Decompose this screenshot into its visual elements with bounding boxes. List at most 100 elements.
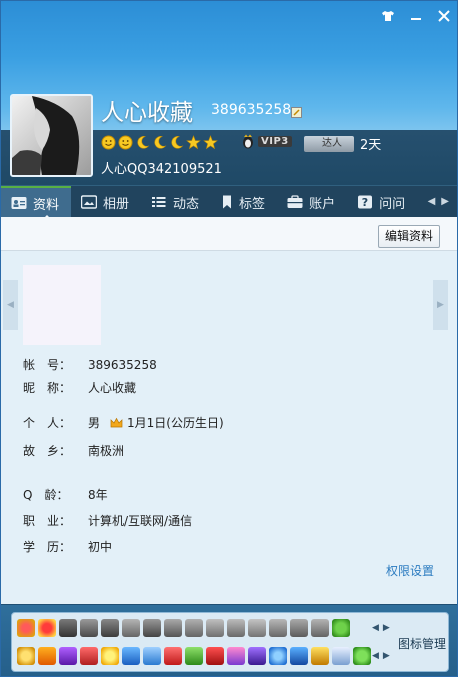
- profile-card-icon: [11, 197, 27, 209]
- icon-row-next-icon[interactable]: ▶: [383, 651, 390, 661]
- green-clover-icon[interactable]: [353, 647, 371, 665]
- red-number-icon[interactable]: [206, 647, 224, 665]
- blue-window-icon[interactable]: [122, 647, 140, 665]
- permission-settings-link[interactable]: 权限设置: [386, 562, 434, 579]
- sun-level-icon: [101, 135, 116, 150]
- wallet-icon: [287, 195, 303, 208]
- tab-album[interactable]: 相册: [71, 186, 141, 218]
- edit-profile-button[interactable]: 编辑资料: [377, 225, 440, 248]
- tab-label: 资料: [33, 197, 60, 213]
- edit-pencil-icon[interactable]: [291, 107, 302, 118]
- nickname: 人心收藏: [101, 100, 193, 126]
- red-gift-icon[interactable]: [164, 647, 182, 665]
- blue-circle-icon[interactable]: [269, 647, 287, 665]
- avatar[interactable]: [10, 94, 93, 177]
- field-value: 男 1月1日(公历生日): [88, 414, 224, 431]
- star-level-icon: [186, 135, 201, 150]
- field-value: 南极洲: [88, 444, 125, 458]
- tab-tags[interactable]: 标签: [211, 186, 277, 218]
- profile-content: 编辑资料 ◀ ▶ 帐 号： 389635258 昵 称： 人心收藏 个 人： 男…: [1, 217, 457, 604]
- next-photo-arrow-icon[interactable]: ▶: [433, 280, 448, 330]
- profile-photo-slot[interactable]: [23, 265, 101, 345]
- close-icon[interactable]: [437, 9, 451, 23]
- blue-game-icon[interactable]: [290, 647, 308, 665]
- yellow-star-icon[interactable]: [101, 647, 119, 665]
- red-diamond-icon[interactable]: [38, 619, 56, 637]
- icon-row: [17, 647, 371, 665]
- pet-game-icon[interactable]: [80, 647, 98, 665]
- field-nickname: 昵 称： 人心收藏: [23, 379, 136, 396]
- svg-text:?: ?: [362, 196, 368, 209]
- shirt-icon[interactable]: [381, 9, 395, 23]
- field-label: 昵 称：: [23, 381, 72, 395]
- icon-row-next-icon[interactable]: ▶: [383, 623, 390, 633]
- bookmark-tag-icon: [223, 195, 232, 209]
- content-toolbar: 编辑资料: [1, 217, 457, 251]
- minimize-icon[interactable]: [409, 9, 423, 23]
- mail-icon[interactable]: [332, 647, 350, 665]
- field-label: 学 历：: [23, 540, 72, 554]
- gray-phone-icon[interactable]: [143, 619, 161, 637]
- field-hometown: 故 乡： 南极洲: [23, 442, 124, 459]
- feed-list-icon: [152, 197, 166, 207]
- gray-gem-icon[interactable]: [206, 619, 224, 637]
- icon-row-arrows: ◀ ▶: [372, 651, 390, 661]
- purple-ring-icon[interactable]: [248, 647, 266, 665]
- photo-album-icon: [81, 195, 98, 209]
- gray-diamond-icon[interactable]: [80, 619, 98, 637]
- gray-heart-icon[interactable]: [311, 619, 329, 637]
- field-label: 个 人：: [23, 416, 72, 430]
- field-value: 389635258: [88, 357, 157, 372]
- field-education: 学 历： 初中: [23, 538, 112, 555]
- level-icons[interactable]: [101, 135, 218, 150]
- tab-feed[interactable]: 动态: [141, 186, 211, 218]
- pink-mix-icon[interactable]: [227, 647, 245, 665]
- icon-row-prev-icon[interactable]: ◀: [372, 623, 379, 633]
- icon-strip: ◀ ▶ ◀ ▶ 图标管理: [1, 604, 457, 676]
- vip-badge[interactable]: VIP3: [241, 134, 292, 149]
- gray-bird-icon[interactable]: [185, 619, 203, 637]
- icon-row-arrows: ◀ ▶: [372, 623, 390, 633]
- gray-shield-icon[interactable]: [164, 619, 182, 637]
- tab-account[interactable]: 账户: [277, 186, 347, 218]
- field-account: 帐 号： 389635258: [23, 356, 157, 373]
- field-personal: 个 人： 男 1月1日(公历生日): [23, 414, 224, 431]
- daren-badge[interactable]: 达人 2天: [304, 134, 381, 153]
- crown-icon: [110, 417, 123, 427]
- tab-scroll-left-icon[interactable]: ◀: [428, 196, 436, 207]
- penguin-badge-icon[interactable]: [59, 619, 77, 637]
- moon-level-icon: [171, 136, 184, 149]
- field-value: 8年: [88, 488, 108, 502]
- gray-star-icon[interactable]: [290, 619, 308, 637]
- gray-gem-icon[interactable]: [269, 619, 287, 637]
- tab-scroll-right-icon[interactable]: ▶: [441, 196, 449, 207]
- gold-coin-icon[interactable]: [17, 647, 35, 665]
- field-value: 人心收藏: [88, 381, 137, 395]
- gender-value: 男: [88, 416, 101, 430]
- icon-manager-link[interactable]: 图标管理: [398, 635, 446, 652]
- purple-music-icon[interactable]: [59, 647, 77, 665]
- signature: 人心QQ342109521: [101, 162, 222, 177]
- birthday-value: 1月1日(公历生日): [127, 416, 224, 430]
- star-level-icon: [203, 135, 218, 150]
- green-farm-icon[interactable]: [185, 647, 203, 665]
- tab-label: 动态: [173, 196, 200, 212]
- gray-gem-icon[interactable]: [227, 619, 245, 637]
- prev-photo-arrow-icon[interactable]: ◀: [3, 280, 18, 330]
- sun-level-icon: [118, 135, 133, 150]
- green-clover-icon[interactable]: [332, 619, 350, 637]
- qzone-icon[interactable]: [143, 647, 161, 665]
- new-badge-icon[interactable]: [38, 647, 56, 665]
- icon-row-prev-icon[interactable]: ◀: [372, 651, 379, 661]
- tab-bar: 资料 相册 动态 标签 账户 ? 问问 ◀ ▶: [1, 185, 457, 218]
- gray-penguin-icon[interactable]: [101, 619, 119, 637]
- tab-wenwen[interactable]: ? 问问: [347, 186, 417, 218]
- field-label: Q 龄：: [23, 488, 69, 502]
- gray-gem-icon[interactable]: [248, 619, 266, 637]
- gray-mail-icon[interactable]: [122, 619, 140, 637]
- heart-game-icon[interactable]: [17, 619, 35, 637]
- moon-level-icon: [137, 136, 150, 149]
- icon-row: [17, 619, 350, 637]
- tab-profile[interactable]: 资料: [1, 186, 72, 218]
- yellow-pet-icon[interactable]: [311, 647, 329, 665]
